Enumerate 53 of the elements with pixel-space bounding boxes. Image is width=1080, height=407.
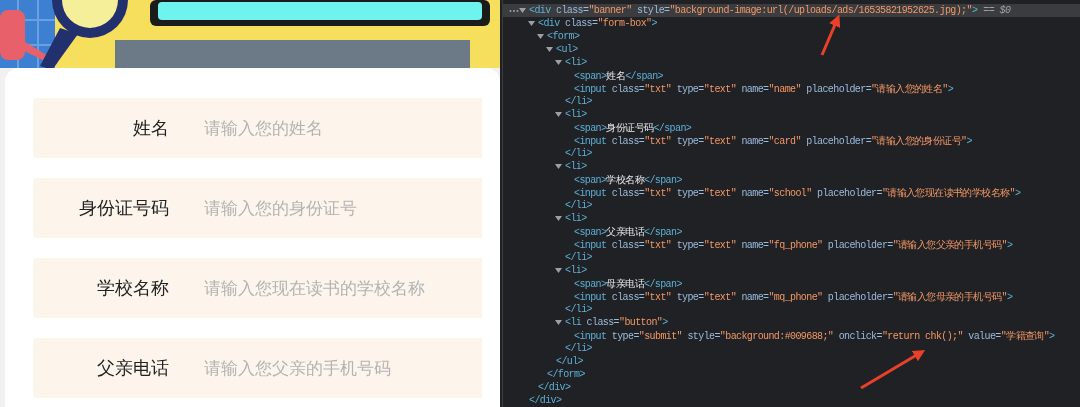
code-line[interactable]: </li> <box>565 252 592 263</box>
code-line[interactable]: </div> <box>529 395 562 406</box>
input-field[interactable]: 请输入您父亲的手机号码 <box>204 358 474 378</box>
field-label: 父亲电话 <box>96 356 169 380</box>
code-line[interactable]: <li> <box>565 265 587 276</box>
code-line[interactable]: </li> <box>565 343 592 354</box>
expand-toggle-icon[interactable] <box>537 33 544 40</box>
code-line[interactable]: <li> <box>565 213 587 224</box>
code-line[interactable]: <li> <box>565 109 587 120</box>
code-line[interactable]: </div> <box>538 382 571 393</box>
code-line[interactable]: <div class="form-box"> <box>538 18 657 29</box>
code-line[interactable]: <div class="banner" style="background-image:url(/uploads/ads/16535821952625.jpg);"> <box>529 5 978 16</box>
more-icon[interactable] <box>509 9 519 13</box>
code-line[interactable]: <input type="submit" style="background:#009688;" onclick="return chk();" value="学籍查询"> <box>574 328 1055 343</box>
field-label: 姓名 <box>132 116 169 140</box>
code-line[interactable]: </form> <box>547 369 585 380</box>
code-line[interactable]: <input class="txt" type="text" name="name" placeholder="请输入您的姓名"> <box>574 81 954 96</box>
code-line[interactable]: <input class="txt" type="text" name="fq_phone" placeholder="请输入您父亲的手机号码"> <box>574 237 1013 252</box>
code-line[interactable]: </ul> <box>556 356 583 367</box>
code-line[interactable]: <span>母亲电话</span> <box>574 276 682 291</box>
code-line[interactable]: <ul> <box>556 44 578 55</box>
expand-toggle-icon[interactable] <box>555 59 562 66</box>
expand-toggle-icon[interactable] <box>519 7 526 14</box>
code-line[interactable]: <li> <box>565 57 587 68</box>
arrow-drawing <box>860 349 926 390</box>
expand-toggle-icon[interactable] <box>546 46 553 53</box>
code-line[interactable]: </li> <box>565 148 592 159</box>
code-line[interactable]: <li> <box>565 161 587 172</box>
expand-toggle-icon[interactable] <box>555 215 562 222</box>
code-line[interactable]: <input class="txt" type="text" name="mq_phone" placeholder="请输入您母亲的手机号码"> <box>574 289 1013 304</box>
code-line[interactable]: <form> <box>547 31 580 42</box>
expand-toggle-icon[interactable] <box>555 111 562 118</box>
code-line[interactable]: <span>身份证号码</span> <box>574 120 692 135</box>
code-line[interactable]: <input class="txt" type="text" name="school" placeholder="请输入您现在读书的学校名称"> <box>574 185 1021 200</box>
code-line[interactable]: <span>父亲电话</span> <box>574 224 682 239</box>
code-line[interactable]: <li class="button"> <box>565 317 668 328</box>
expand-toggle-icon[interactable] <box>555 319 562 326</box>
selection-marker: == $0 <box>983 5 1011 16</box>
code-line[interactable]: </li> <box>565 200 592 211</box>
code-line[interactable]: <input class="txt" type="text" name="card" placeholder="请输入您的身份证号"> <box>574 133 972 148</box>
field-label: 身份证号码 <box>78 196 169 220</box>
code-line[interactable]: <span>姓名</span> <box>574 68 664 83</box>
code-line[interactable]: </li> <box>565 96 592 107</box>
field-label: 学校名称 <box>96 276 169 300</box>
code-line[interactable]: <span>学校名称</span> <box>574 172 682 187</box>
code-line[interactable]: </li> <box>565 304 592 315</box>
expand-toggle-icon[interactable] <box>555 267 562 274</box>
input-field[interactable]: 请输入您的身份证号 <box>204 198 474 218</box>
expand-toggle-icon[interactable] <box>528 20 535 27</box>
arrow-drawing <box>820 14 841 56</box>
input-field[interactable]: 请输入您的姓名 <box>204 118 474 138</box>
input-field[interactable]: 请输入您现在读书的学校名称 <box>204 278 474 298</box>
expand-toggle-icon[interactable] <box>555 163 562 170</box>
